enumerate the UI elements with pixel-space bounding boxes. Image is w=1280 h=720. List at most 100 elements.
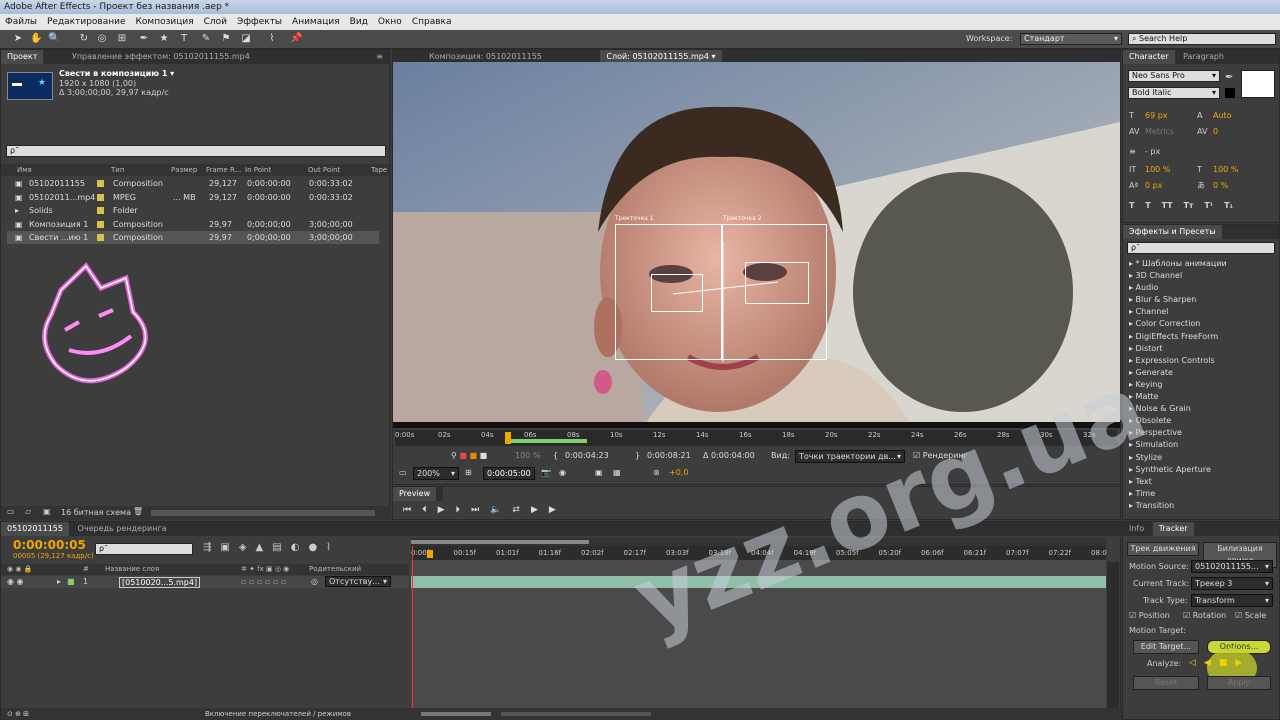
reset-button[interactable]: Reset (1133, 676, 1199, 690)
stroke-width-value[interactable]: - px (1145, 144, 1160, 160)
track-color-icons[interactable]: ⚲ ■ ■ ■ (451, 449, 487, 463)
shape-tool-icon[interactable]: ★ (158, 33, 170, 45)
snapshot-icon[interactable]: 📷 (541, 466, 551, 480)
small-caps-button[interactable]: Tт (1183, 201, 1193, 210)
timeline-search-input[interactable]: ρ˜ (95, 543, 193, 555)
current-track-select[interactable]: Трекер 3 ▾ (1191, 577, 1273, 590)
timeline-hscroll[interactable] (501, 712, 651, 716)
transparency-grid-icon[interactable]: ▦ (613, 466, 621, 480)
label-color-swatch[interactable] (97, 193, 104, 201)
effect-category[interactable]: ▸ Transition (1123, 500, 1273, 512)
col-parent[interactable]: Родительский (309, 564, 361, 575)
playhead-marker-icon[interactable] (505, 432, 511, 444)
camera-tool-icon[interactable]: ◎ (96, 33, 108, 45)
project-item[interactable]: ▣ 05102011...mp4 MPEG ... MB 29,127 0:00:00:0… (7, 191, 379, 204)
vertical-scale-value[interactable]: 100 % (1145, 162, 1170, 178)
menu-item-8[interactable]: Справка (412, 17, 452, 27)
hand-tool-icon[interactable]: ✋ (30, 33, 42, 45)
leading-value[interactable]: Auto (1213, 108, 1232, 124)
project-item[interactable]: ▣ Композиция 1 Composition 29,97 0;00;00;00 3… (7, 218, 379, 231)
cti-head-icon[interactable] (427, 550, 433, 558)
font-style-select[interactable]: Bold Italic ▾ (1128, 87, 1220, 99)
rotate-tool-icon[interactable]: ↻ (78, 33, 90, 45)
zoom-tool-icon[interactable]: 🔍 (48, 33, 60, 45)
layer-visibility-icon[interactable]: ◉ ◉ (7, 576, 24, 588)
effect-category[interactable]: ▸ Channel (1123, 306, 1273, 318)
shy-layers-icon[interactable]: ▲ (256, 542, 273, 553)
project-item[interactable]: ▣ Свести ...ию 1 Composition 29,97 0;00;00;0… (7, 231, 379, 244)
effect-category[interactable]: ▸ 3D Channel (1123, 270, 1273, 282)
delete-icon[interactable]: 🗑 (133, 507, 143, 516)
tab-character[interactable]: Character (1123, 50, 1175, 64)
tab-render-queue[interactable]: Очередь рендеринга (72, 522, 173, 536)
zoom-select[interactable]: 200% ▾ (413, 467, 459, 480)
workspace-select[interactable]: Стандарт ▾ (1020, 33, 1122, 45)
new-folder-icon[interactable]: ▱ (25, 507, 31, 516)
timeline-vscroll[interactable] (1107, 562, 1119, 717)
bit-depth-label[interactable]: 16 битная схема (61, 508, 131, 517)
scale-checkbox[interactable]: ☑ Scale (1235, 611, 1266, 620)
selection-tool-icon[interactable]: ➤ (12, 33, 24, 45)
font-family-select[interactable]: Neo Sans Pro ▾ (1128, 70, 1220, 82)
tab-effect-controls[interactable]: Управление эффектом: 05102011155.mp4 (66, 50, 256, 64)
pan-behind-tool-icon[interactable]: ⊞ (116, 33, 128, 45)
project-scrollbar[interactable] (151, 510, 375, 516)
baseline-shift-value[interactable]: 0 px (1145, 178, 1162, 194)
menu-item-1[interactable]: Редактирование (47, 17, 126, 27)
clone-tool-icon[interactable]: ⚑ (220, 33, 232, 45)
faux-italic-button[interactable]: T (1145, 201, 1150, 210)
effect-category[interactable]: ▸ Distort (1123, 343, 1273, 355)
always-preview-icon[interactable]: ▭ (399, 466, 407, 480)
puppet-tool-icon[interactable]: 📌 (290, 33, 302, 45)
tab-info[interactable]: Info (1123, 522, 1150, 536)
exposure-value[interactable]: +0,0 (669, 466, 688, 480)
last-frame-icon[interactable]: ⏭ (471, 505, 490, 515)
tab-effects-presets[interactable]: Эффекты и Пресеты (1123, 225, 1222, 239)
menu-item-2[interactable]: Композиция (136, 17, 194, 27)
stroke-color-swatch[interactable] (1225, 88, 1235, 98)
pen-tool-icon[interactable]: ✒ (138, 33, 150, 45)
label-color-swatch[interactable] (97, 234, 104, 241)
edit-target-button[interactable]: Edit Target... (1133, 640, 1199, 654)
end-time[interactable]: 0:00:08:21 (647, 449, 691, 463)
show-channel-icon[interactable]: ◉ (559, 466, 566, 480)
all-caps-button[interactable]: TT (1162, 201, 1173, 210)
safe-margins-icon[interactable]: ⊞ (465, 466, 472, 480)
first-frame-icon[interactable]: ⏮ (403, 505, 422, 515)
exposure-icon[interactable]: ⊛ (653, 466, 660, 480)
project-search-input[interactable]: ρ˜ (6, 145, 386, 157)
layer-row[interactable]: ◉ ◉ ▸ ■ 1 [0510020...5.mp4] ▫ ▫ ▫ ▫ ▫ ▫ … (1, 576, 409, 588)
font-size-value[interactable]: 69 px (1145, 108, 1168, 124)
tsume-value[interactable]: 0 % (1213, 178, 1228, 194)
effect-category[interactable]: ▸ Time (1123, 488, 1273, 500)
menu-item-0[interactable]: Файлы (5, 17, 37, 27)
search-help-input[interactable]: ⌕ Search Help (1128, 33, 1276, 45)
rotation-checkbox[interactable]: ☑ Rotation (1183, 611, 1226, 620)
project-item[interactable]: ▣ 05102011155 Composition 29,127 0:00:00:00 0… (7, 177, 379, 190)
frame-blending-icon[interactable]: ▤ (272, 542, 290, 553)
menu-item-6[interactable]: Вид (350, 17, 368, 27)
interpret-footage-icon[interactable]: ▭ (7, 507, 15, 516)
superscript-button[interactable]: T¹ (1204, 201, 1213, 210)
analyze-backward-icon[interactable]: ◀ (1204, 658, 1219, 668)
effect-category[interactable]: ▸ Matte (1123, 391, 1273, 403)
menu-item-3[interactable]: Слой (204, 17, 227, 27)
horizontal-scale-value[interactable]: 100 % (1213, 162, 1238, 178)
brush-tool-icon[interactable]: ✎ (200, 33, 212, 45)
effect-category[interactable]: ▸ Audio (1123, 282, 1273, 294)
zoom-slider[interactable] (421, 712, 491, 716)
label-color-swatch[interactable] (97, 180, 104, 187)
col-layer-name[interactable]: Название слоя (105, 564, 159, 575)
label-color-swatch[interactable] (97, 207, 104, 214)
panel-menu-icon[interactable]: ≡ (376, 50, 383, 64)
footer-toggle-icons[interactable]: ⊙ ⊕ ⊞ (7, 708, 29, 720)
tab-timeline-comp[interactable]: 05102011155 (1, 522, 69, 536)
menu-item-5[interactable]: Анимация (292, 17, 340, 27)
col-fps[interactable]: Frame R... (206, 164, 241, 176)
fill-color-swatch[interactable] (1241, 70, 1275, 98)
label-color-swatch[interactable] (97, 220, 104, 228)
col-in[interactable]: In Point (245, 164, 271, 176)
col-tape[interactable]: Tape (371, 164, 387, 176)
effects-search-input[interactable]: ρ˜ (1127, 242, 1275, 254)
tab-paragraph[interactable]: Paragraph (1177, 50, 1230, 64)
